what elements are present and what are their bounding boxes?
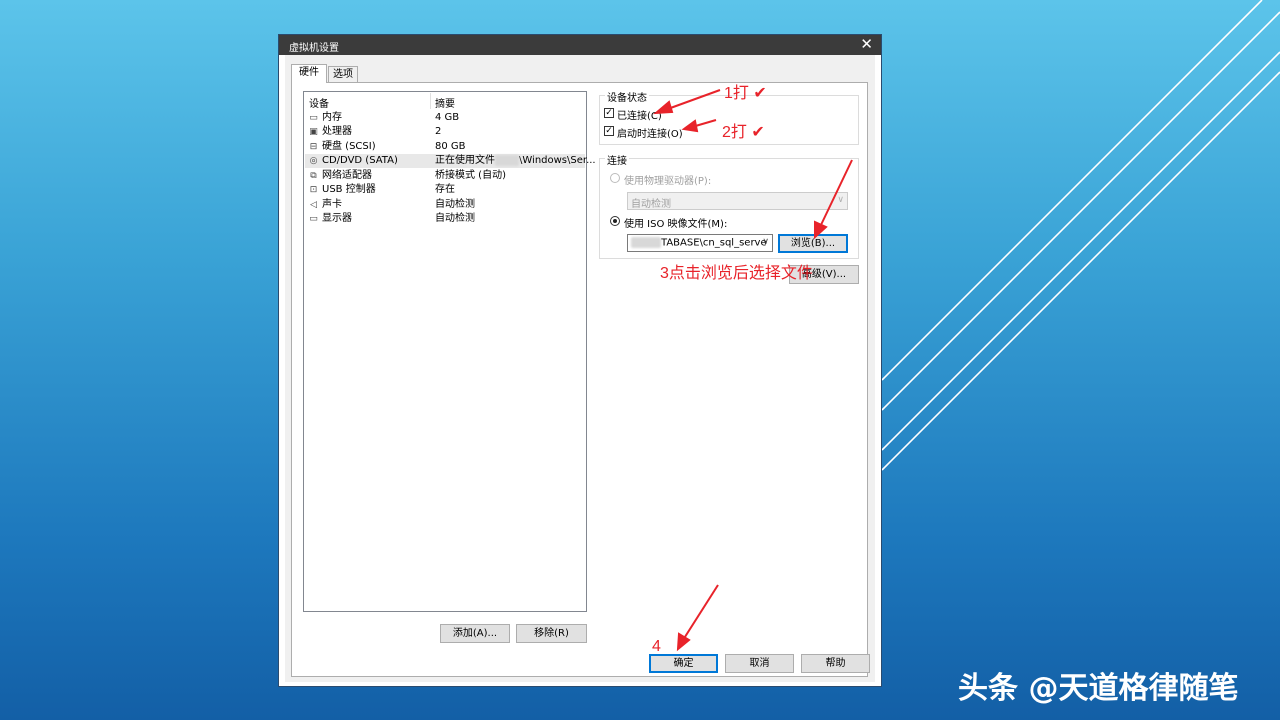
ok-button[interactable]: 确定 <box>649 654 718 673</box>
annotation-step4: 4 <box>652 638 661 655</box>
tab-options[interactable]: 选项 <box>328 66 358 83</box>
blurred-path <box>495 154 519 166</box>
device-name: 声卡 <box>322 199 342 210</box>
column-header-summary[interactable]: 摘要 <box>435 95 455 110</box>
device-row-usb-controller[interactable]: ⊡ USB 控制器 存在 <box>305 183 585 197</box>
iso-path-text: TABASE\cn_sql_serve <box>661 237 767 249</box>
device-summary: 存在 <box>435 184 455 195</box>
check-mark-icon: ✔ <box>751 124 765 141</box>
chevron-down-icon: ∨ <box>762 237 769 247</box>
blurred-path <box>631 237 661 248</box>
usb-controller-icon: ⊡ <box>309 185 318 195</box>
sound-card-icon: ◁ <box>310 200 317 210</box>
annotation-step2-text: 2打 <box>722 124 747 141</box>
tab-hardware[interactable]: 硬件 <box>291 64 327 83</box>
connection-group: 连接 使用物理驱动器(P): 自动检测 ∨ 使用 ISO 映像文件(M): TA… <box>599 152 859 259</box>
hard-disk-icon: ⊟ <box>309 142 318 152</box>
device-summary: 2 <box>435 126 442 137</box>
summary-suffix: \Windows\Ser... <box>519 155 596 166</box>
hardware-panel: 设备 摘要 ▭ 内存 4 GB ▣ 处理器 2 ⊟ 硬盘 (SCSI) 80 G… <box>291 82 868 677</box>
column-divider[interactable] <box>430 93 431 109</box>
iso-image-label[interactable]: 使用 ISO 映像文件(M): <box>624 215 727 230</box>
physical-drive-select[interactable]: 自动检测 ∨ <box>627 192 848 210</box>
device-status-title: 设备状态 <box>605 89 649 104</box>
processor-icon: ▣ <box>309 127 318 137</box>
physical-drive-value: 自动检测 <box>631 199 671 210</box>
physical-drive-label[interactable]: 使用物理驱动器(P): <box>624 172 711 187</box>
display-icon: ▭ <box>309 214 318 224</box>
cancel-button[interactable]: 取消 <box>725 654 794 673</box>
browse-button[interactable]: 浏览(B)... <box>778 234 848 253</box>
device-row-sound-card[interactable]: ◁ 声卡 自动检测 <box>305 198 585 212</box>
connected-checkbox[interactable]: ✓ <box>604 108 614 118</box>
dialog-client-area: 硬件 选项 设备 摘要 ▭ 内存 4 GB ▣ 处理器 2 ⊟ 硬盘 (SCSI… <box>285 55 875 682</box>
device-summary: 80 GB <box>435 141 466 152</box>
watermark: 头条 @天道格律随笔 <box>958 671 1239 706</box>
help-button[interactable]: 帮助 <box>801 654 870 673</box>
device-row-cd-dvd[interactable]: ◎ CD/DVD (SATA) 正在使用文件 \Windows\Ser... <box>305 154 596 168</box>
cd-dvd-icon: ◎ <box>309 156 318 166</box>
check-mark-icon: ✔ <box>753 85 767 102</box>
device-row-hard-disk[interactable]: ⊟ 硬盘 (SCSI) 80 GB <box>305 140 585 154</box>
device-row-processor[interactable]: ▣ 处理器 2 <box>305 125 585 139</box>
device-summary: 桥接模式 (自动) <box>435 170 506 181</box>
device-summary: 4 GB <box>435 112 460 123</box>
add-device-button[interactable]: 添加(A)... <box>440 624 510 643</box>
device-summary: 自动检测 <box>435 199 475 210</box>
vm-settings-dialog: 虚拟机设置 ✕ 硬件 选项 设备 摘要 ▭ 内存 4 GB ▣ 处理器 2 ⊟ … <box>278 34 882 687</box>
device-summary: 正在使用文件 \Windows\Ser... <box>435 154 596 168</box>
device-name: 网络适配器 <box>322 170 372 181</box>
annotation-step1: 1打 ✔ <box>724 79 767 103</box>
close-icon[interactable]: ✕ <box>860 36 873 53</box>
iso-image-radio[interactable] <box>610 216 620 226</box>
annotation-step1-text: 1打 <box>724 85 749 102</box>
device-row-display[interactable]: ▭ 显示器 自动检测 <box>305 212 585 226</box>
device-name: 显示器 <box>322 213 352 224</box>
device-list-header: 设备 摘要 <box>304 93 586 110</box>
physical-drive-radio[interactable] <box>610 173 620 183</box>
chevron-down-icon: ∨ <box>837 195 844 205</box>
summary-prefix: 正在使用文件 <box>435 155 495 166</box>
annotation-step2: 2打 ✔ <box>722 118 765 142</box>
device-name: 内存 <box>322 112 342 123</box>
device-list[interactable]: 设备 摘要 ▭ 内存 4 GB ▣ 处理器 2 ⊟ 硬盘 (SCSI) 80 G… <box>303 91 596 612</box>
device-name: 硬盘 (SCSI) <box>322 141 376 152</box>
device-row-network-adapter[interactable]: ⧉ 网络适配器 桥接模式 (自动) <box>305 169 585 183</box>
connect-at-power-on-checkbox[interactable]: ✓ <box>604 126 614 136</box>
connected-label[interactable]: 已连接(C) <box>617 107 662 122</box>
connection-title: 连接 <box>605 152 629 167</box>
memory-icon: ▭ <box>309 113 318 123</box>
iso-path-combobox[interactable]: TABASE\cn_sql_serve ∨ <box>627 234 773 252</box>
device-row-memory[interactable]: ▭ 内存 4 GB <box>305 111 585 125</box>
column-header-device[interactable]: 设备 <box>309 95 329 110</box>
iso-path-value: TABASE\cn_sql_serve <box>631 237 767 249</box>
annotation-step3: 3点击浏览后选择文件 <box>660 265 813 282</box>
title-bar: 虚拟机设置 ✕ <box>279 35 881 55</box>
connect-at-power-on-label[interactable]: 启动时连接(O) <box>617 125 683 140</box>
network-adapter-icon: ⧉ <box>310 171 317 181</box>
device-summary: 自动检测 <box>435 213 475 224</box>
window-title: 虚拟机设置 <box>289 43 339 54</box>
device-name: USB 控制器 <box>322 184 376 195</box>
device-name: CD/DVD (SATA) <box>322 155 398 166</box>
remove-device-button[interactable]: 移除(R) <box>516 624 587 643</box>
device-name: 处理器 <box>322 126 352 137</box>
